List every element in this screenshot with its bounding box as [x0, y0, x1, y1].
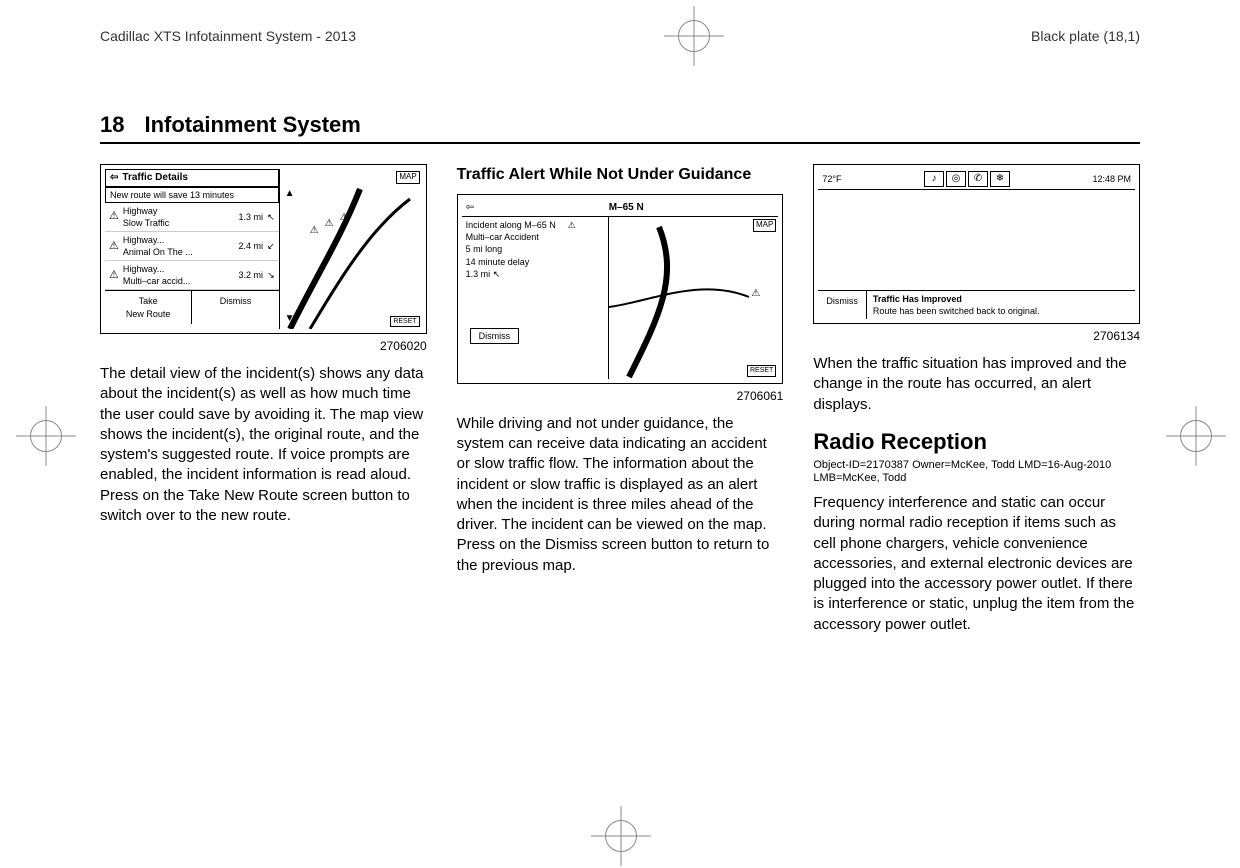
crop-mark-right [1180, 420, 1212, 452]
incident-dist: 3.2 mi [239, 269, 264, 281]
figure-traffic-details: ⇦ Traffic Details New route will save 13… [100, 164, 427, 334]
arrow-icon: ↘ [267, 269, 275, 281]
fig2-body: Incident along M–65 N Multi–car Accident… [462, 217, 779, 379]
object-metadata: Object-ID=2170387 Owner=McKee, Todd LMD=… [813, 459, 1140, 485]
incident-dist: 1.3 mi [239, 211, 264, 223]
status-icons: ♪ ◎ ✆ ❄ [924, 171, 1010, 187]
warning-icon: ⚠ [325, 217, 334, 231]
music-icon[interactable]: ♪ [924, 171, 944, 187]
incident-info: Incident along M–65 N Multi–car Accident… [462, 217, 608, 379]
traffic-details-panel: ⇦ Traffic Details New route will save 13… [105, 169, 280, 329]
climate-icon[interactable]: ❄ [990, 171, 1010, 187]
page: Cadillac XTS Infotainment System - 2013 … [100, 20, 1140, 635]
temperature: 72°F [822, 173, 841, 185]
back-arrow-icon[interactable]: ⇦ [110, 171, 118, 185]
traffic-details-title: Traffic Details [122, 171, 188, 185]
incident-row-3[interactable]: ⚠ Highway... Multi–car accid... 3.2 mi ↘ [105, 261, 279, 290]
dismiss-button[interactable]: Dismiss [470, 328, 520, 344]
traffic-details-header: ⇦ Traffic Details [105, 169, 279, 187]
figure-caption-3: 2706134 [813, 328, 1140, 344]
incident-line1: Highway [123, 205, 235, 217]
arrow-icon: ↖ [493, 269, 501, 279]
fig2-header: ⇦ M–65 N [462, 199, 779, 218]
column-2: Traffic Alert While Not Under Guidance ⇦… [457, 164, 784, 635]
incident-line1: Highway... [123, 234, 235, 246]
incident-row-2[interactable]: ⚠ Highway... Animal On The ... 2.4 mi ↙ [105, 232, 279, 261]
take-new-route-button[interactable]: Take New Route [105, 291, 192, 323]
incident-line2: Animal On The ... [123, 246, 235, 258]
info-line: 14 minute delay [466, 256, 604, 268]
figure-traffic-improved: 72°F ♪ ◎ ✆ ❄ 12:48 PM Dismiss Traffic Ha… [813, 164, 1140, 324]
column-1: ⇦ Traffic Details New route will save 13… [100, 164, 427, 635]
phone-icon[interactable]: ✆ [968, 171, 988, 187]
reset-badge[interactable]: RESET [747, 365, 776, 376]
col3-body2: Frequency interference and static can oc… [813, 493, 1140, 635]
map-roads-icon [280, 169, 422, 329]
status-bar: 72°F ♪ ◎ ✆ ❄ 12:48 PM [818, 169, 1135, 190]
warning-icon: ⚠ [568, 219, 576, 231]
info-line: Multi–car Accident [466, 231, 604, 243]
nav-target-icon[interactable]: ◎ [946, 171, 966, 187]
col1-body: The detail view of the incident(s) shows… [100, 364, 427, 526]
incident-line2: Multi–car accid... [123, 275, 235, 287]
crop-mark-bottom [605, 820, 637, 852]
clock-time: 12:48 PM [1092, 173, 1131, 185]
figure-traffic-alert: ⇦ M–65 N Incident along M–65 N Multi–car… [457, 194, 784, 384]
incident-row-1[interactable]: ⚠ Highway Slow Traffic 1.3 mi ↖ [105, 203, 279, 232]
crop-mark-left [30, 420, 62, 452]
info-line: Incident along M–65 N [466, 219, 604, 231]
fig3-footer: Dismiss Traffic Has Improved Route has b… [818, 290, 1135, 319]
header-right: Black plate (18,1) [1031, 28, 1140, 44]
traffic-details-footer: Take New Route Dismiss [105, 290, 279, 323]
radio-reception-heading: Radio Reception [813, 427, 1140, 457]
alert-map: MAP ⚠ RESET [608, 217, 778, 379]
figure-caption-2: 2706061 [457, 388, 784, 404]
page-heading: 18 Infotainment System [100, 112, 1140, 144]
scroll-down-icon[interactable]: ▼ [285, 312, 295, 326]
col3-body1: When the traffic situation has improved … [813, 354, 1140, 415]
incident-dist: 2.4 mi [239, 240, 264, 252]
traffic-details-map: MAP ⚠ ⚠ ⚠ ▲ ▼ RESET [280, 169, 422, 329]
page-title: Infotainment System [144, 112, 360, 138]
incident-line1: Highway... [123, 263, 235, 275]
road-name: M–65 N [478, 201, 774, 215]
arrow-icon: ↙ [267, 240, 275, 252]
columns: ⇦ Traffic Details New route will save 13… [100, 164, 1140, 635]
crop-mark-top [678, 20, 710, 52]
dismiss-button[interactable]: Dismiss [818, 291, 867, 319]
arrow-icon: ↖ [267, 211, 275, 223]
warning-icon: ⚠ [109, 268, 119, 283]
traffic-improved-message: Traffic Has Improved Route has been swit… [867, 291, 1046, 319]
scroll-up-icon[interactable]: ▲ [285, 187, 295, 201]
col2-body: While driving and not under guidance, th… [457, 414, 784, 576]
page-number: 18 [100, 112, 124, 138]
column-3: 72°F ♪ ◎ ✆ ❄ 12:48 PM Dismiss Traffic Ha… [813, 164, 1140, 635]
warning-icon: ⚠ [751, 287, 760, 301]
doc-header: Cadillac XTS Infotainment System - 2013 … [100, 20, 1140, 52]
warning-icon: ⚠ [340, 211, 349, 225]
traffic-details-subtitle: New route will save 13 minutes [105, 187, 279, 203]
warning-icon: ⚠ [109, 209, 119, 224]
message-body: Route has been switched back to original… [873, 305, 1040, 317]
warning-icon: ⚠ [310, 224, 319, 238]
warning-icon: ⚠ [109, 239, 119, 254]
reset-badge[interactable]: RESET [390, 316, 419, 327]
col2-subhead: Traffic Alert While Not Under Guidance [457, 164, 784, 186]
info-line: 1.3 mi [466, 269, 491, 279]
fig3-body [818, 190, 1135, 290]
back-arrow-icon[interactable]: ⇦ [466, 201, 474, 215]
message-title: Traffic Has Improved [873, 293, 1040, 305]
header-left: Cadillac XTS Infotainment System - 2013 [100, 28, 356, 44]
figure-caption-1: 2706020 [100, 338, 427, 354]
dismiss-button[interactable]: Dismiss [192, 291, 278, 323]
info-line: 5 mi long [466, 243, 604, 255]
incident-line2: Slow Traffic [123, 217, 235, 229]
